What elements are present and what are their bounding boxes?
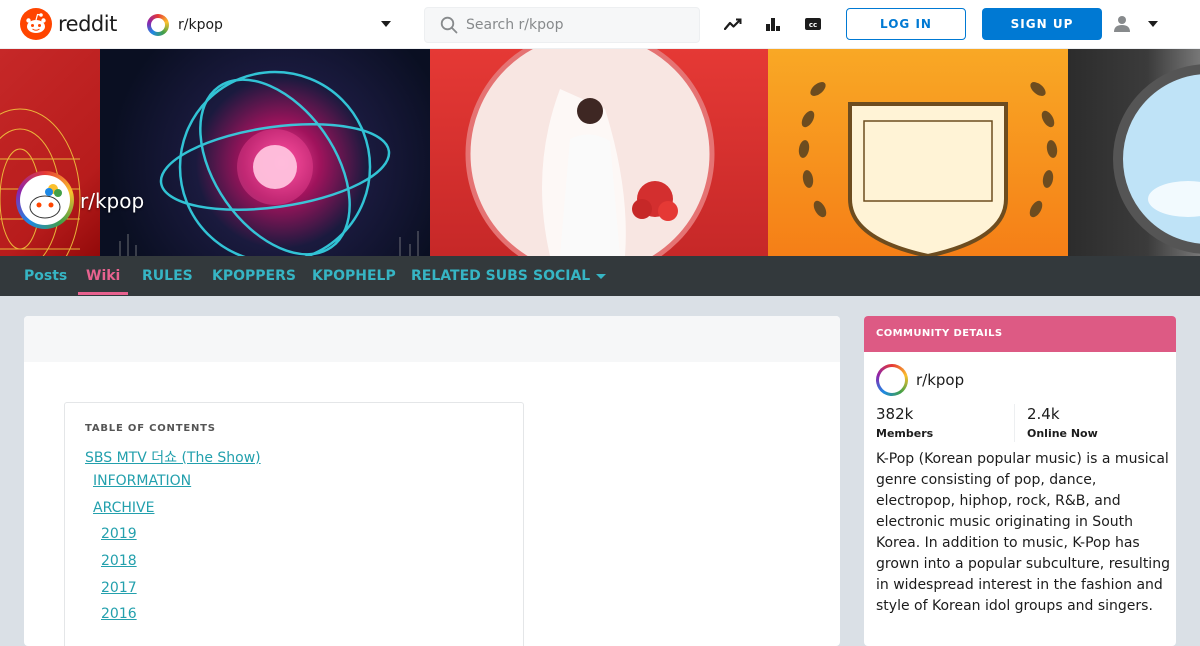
- community-banner: r/kpop: [0, 49, 1200, 256]
- nav-link-rules[interactable]: RULES: [142, 256, 193, 296]
- toc-link-2016[interactable]: 2016: [101, 606, 137, 622]
- community-details-heading: COMMUNITY DETAILS: [864, 316, 1176, 352]
- members-count: 382k: [876, 405, 914, 423]
- community-description: K-Pop (Korean popular music) is a musica…: [876, 451, 1170, 614]
- online-count: 2.4k: [1027, 405, 1060, 423]
- community-avatar: [16, 171, 74, 229]
- reddit-snoo-icon: [20, 8, 52, 40]
- reddit-logo[interactable]: reddit: [20, 8, 117, 40]
- toc-link-information[interactable]: INFORMATION: [93, 473, 191, 489]
- community-avatar-icon: [147, 13, 169, 36]
- wiki-header-strip: [24, 316, 840, 362]
- nav-dropdown-social[interactable]: SOCIAL: [533, 256, 607, 296]
- nav-tab-posts[interactable]: Posts: [24, 256, 67, 296]
- online-label: Online Now: [1027, 427, 1098, 440]
- community-title: r/kpop: [80, 189, 145, 213]
- community-switcher-label: r/kpop: [178, 16, 223, 33]
- toc-link-the-show[interactable]: SBS MTV 더쇼 (The Show): [85, 447, 261, 467]
- banner-panel-neon-atom: [100, 49, 430, 256]
- toc-link-2019[interactable]: 2019: [101, 526, 137, 542]
- toc-link-2018[interactable]: 2018: [101, 553, 137, 569]
- toc-heading: TABLE OF CONTENTS: [85, 423, 216, 434]
- community-switcher[interactable]: r/kpop: [147, 8, 397, 41]
- sign-up-button[interactable]: SIGN UP: [982, 8, 1102, 40]
- user-icon: [1114, 16, 1130, 32]
- nav-tab-wiki[interactable]: Wiki: [77, 256, 129, 296]
- banner-panel-tunnel-sky: [1068, 49, 1200, 256]
- banner-panel-bride: [430, 49, 770, 256]
- reddit-wordmark: reddit: [58, 12, 117, 36]
- search-bar[interactable]: [424, 7, 700, 43]
- wiki-content-card: TABLE OF CONTENTS SBS MTV 더쇼 (The Show) …: [24, 316, 840, 646]
- nav-dropdown-social-label: SOCIAL: [533, 268, 591, 284]
- log-in-button[interactable]: LOG IN: [846, 8, 966, 40]
- closed-captions-icon[interactable]: cc: [803, 14, 823, 34]
- stats-divider: [1014, 404, 1015, 442]
- community-name[interactable]: r/kpop: [916, 371, 964, 389]
- caret-down-icon: [596, 273, 607, 279]
- banner-panel-wkmk-crest: [768, 49, 1088, 256]
- nav-link-kpophelp[interactable]: KPOPHELP: [312, 256, 396, 296]
- chevron-down-icon: [1148, 21, 1158, 27]
- user-dropdown[interactable]: [1112, 12, 1162, 36]
- chevron-down-icon: [381, 21, 391, 27]
- members-label: Members: [876, 427, 934, 440]
- table-of-contents: TABLE OF CONTENTS SBS MTV 더쇼 (The Show) …: [64, 402, 524, 646]
- toc-link-2017[interactable]: 2017: [101, 580, 137, 596]
- nav-link-related-subs[interactable]: RELATED SUBS: [411, 256, 528, 296]
- community-details-card: COMMUNITY DETAILS r/kpop 382k Members 2.…: [864, 316, 1176, 646]
- search-icon: [440, 16, 458, 34]
- trending-icon[interactable]: [723, 14, 743, 34]
- search-input[interactable]: [466, 17, 686, 33]
- community-nav: Posts Wiki RULES KPOPPERS KPOPHELP RELAT…: [0, 256, 1200, 296]
- toc-link-archive[interactable]: ARCHIVE: [93, 500, 154, 516]
- nav-link-kpoppers[interactable]: KPOPPERS: [212, 256, 296, 296]
- community-avatar-icon[interactable]: [876, 364, 908, 396]
- top-header: reddit r/kpop cc LOG IN SIGN UP: [0, 0, 1200, 49]
- svg-text:cc: cc: [809, 21, 817, 29]
- leaderboard-icon[interactable]: [763, 14, 783, 34]
